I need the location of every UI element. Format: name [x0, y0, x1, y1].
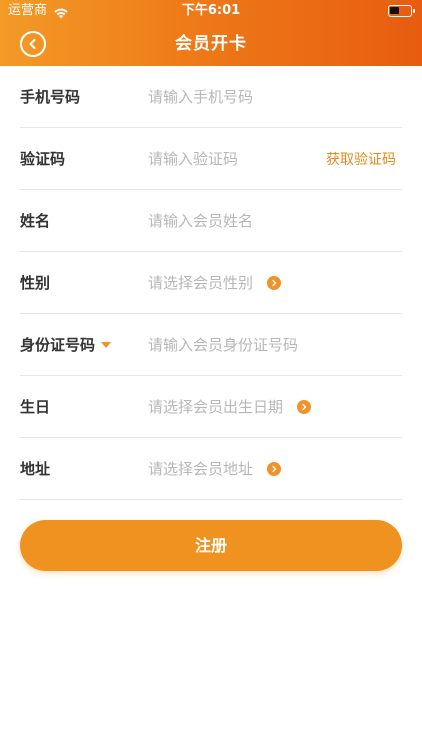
phone-input[interactable] [148, 87, 318, 106]
get-code-button[interactable]: 获取验证码 [326, 149, 396, 169]
name-input[interactable] [148, 211, 318, 230]
caret-down-icon [101, 341, 112, 348]
register-button[interactable]: 注册 [20, 520, 402, 571]
chevron-right-circle-icon [267, 275, 282, 290]
code-row: 验证码 获取验证码 [20, 128, 402, 190]
address-placeholder: 请选择会员地址 [148, 460, 254, 478]
id-number-input[interactable] [148, 335, 348, 354]
name-row: 姓名 [20, 190, 402, 252]
battery-icon [388, 5, 415, 17]
phone-label: 手机号码 [20, 88, 81, 106]
birthday-label: 生日 [20, 398, 51, 416]
battery-level [390, 7, 399, 14]
code-input[interactable] [148, 149, 318, 168]
code-label: 验证码 [20, 150, 66, 168]
chevron-right-circle-icon [297, 399, 312, 414]
name-label: 姓名 [20, 212, 51, 230]
status-bar: 运营商 下午6:01 [0, 0, 422, 22]
id-number-label: 身份证号码 [20, 336, 96, 354]
id-type-selector[interactable]: 身份证号码 [20, 334, 148, 355]
nav-bar: 会员开卡 [0, 22, 422, 66]
birthday-row[interactable]: 生日 请选择会员出生日期 [20, 376, 402, 438]
header: 运营商 下午6:01 会员开卡 [0, 0, 422, 66]
address-label: 地址 [20, 460, 51, 478]
phone-row: 手机号码 [20, 66, 402, 128]
address-select[interactable]: 请选择会员地址 [148, 458, 282, 479]
gender-select[interactable]: 请选择会员性别 [148, 272, 282, 293]
chevron-right-circle-icon [267, 461, 282, 476]
status-time: 下午6:01 [181, 3, 241, 18]
page-title: 会员开卡 [175, 34, 247, 54]
birthday-select[interactable]: 请选择会员出生日期 [148, 396, 312, 417]
gender-row[interactable]: 性别 请选择会员性别 [20, 252, 402, 314]
member-form: 手机号码 验证码 获取验证码 姓名 性别 请选择会员性别 身份证号码 生日 请选… [0, 66, 422, 500]
birthday-placeholder: 请选择会员出生日期 [148, 398, 284, 416]
gender-label: 性别 [20, 274, 51, 292]
id-number-row: 身份证号码 [20, 314, 402, 376]
address-row[interactable]: 地址 请选择会员地址 [20, 438, 402, 500]
gender-placeholder: 请选择会员性别 [148, 274, 254, 292]
